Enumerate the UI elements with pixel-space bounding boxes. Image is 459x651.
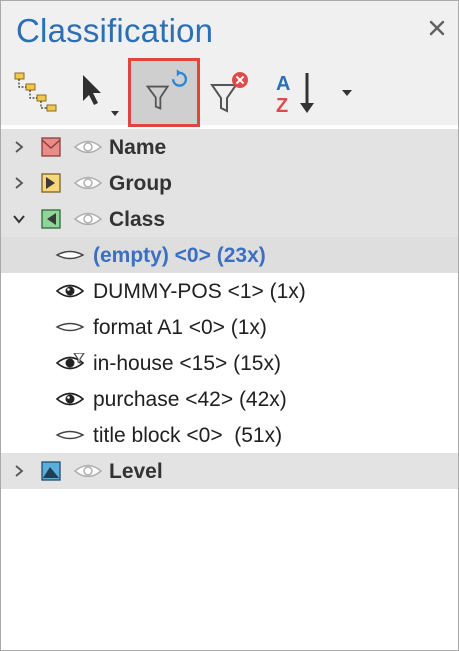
eye-open-icon[interactable]: [73, 461, 103, 481]
tree-item-title-block[interactable]: title block <0> (51x): [1, 417, 458, 453]
tree-category-name[interactable]: Name: [1, 129, 458, 165]
category-label: Name: [109, 136, 167, 159]
eye-open-icon[interactable]: [73, 137, 103, 157]
group-category-icon: [41, 173, 61, 193]
chevron-down-icon[interactable]: [11, 211, 27, 227]
chevron-right-icon[interactable]: [11, 139, 27, 155]
category-label: Class: [109, 208, 166, 231]
category-label: Level: [109, 460, 163, 483]
panel-title-bar: Classification: [1, 1, 458, 59]
tree-item-label: purchase <42> (42x): [93, 388, 287, 411]
filter-refresh-icon[interactable]: [128, 58, 200, 127]
tree-item-label: format A1 <0> (1x): [93, 316, 267, 339]
tree-item-in-house[interactable]: in-house <15> (15x): [1, 345, 458, 381]
tree-item-label: title block <0> (51x): [93, 424, 283, 447]
eye-open-icon[interactable]: [55, 389, 85, 409]
chevron-right-icon[interactable]: [11, 463, 27, 479]
tree-category-class[interactable]: Class: [1, 201, 458, 237]
eye-closed-icon[interactable]: [55, 426, 85, 446]
select-cursor-icon[interactable]: [71, 67, 123, 119]
tree-item-label: DUMMY-POS <1> (1x): [93, 280, 306, 303]
tree-item-label: (empty) <0> (23x): [93, 244, 266, 267]
tree-category-group[interactable]: Group: [1, 165, 458, 201]
tree-item-format-a1[interactable]: format A1 <0> (1x): [1, 309, 458, 345]
eye-open-icon[interactable]: [55, 281, 85, 301]
tree-category-level[interactable]: Level: [1, 453, 458, 489]
eye-filtered-icon[interactable]: [55, 353, 85, 373]
toolbar: A Z: [1, 58, 458, 127]
tree-item-empty[interactable]: (empty) <0> (23x): [1, 237, 458, 273]
name-category-icon: [41, 137, 61, 157]
close-icon[interactable]: [426, 17, 448, 39]
category-label: Group: [109, 172, 172, 195]
class-category-icon: [41, 209, 61, 229]
level-category-icon: [41, 461, 61, 481]
tree-item-dummy-pos[interactable]: DUMMY-POS <1> (1x): [1, 273, 458, 309]
eye-closed-icon[interactable]: [55, 246, 85, 266]
panel-title: Classification: [16, 12, 214, 49]
filter-clear-icon[interactable]: [204, 67, 256, 119]
classification-panel: Classification A Z Name Group Class (emp…: [0, 0, 459, 651]
tree-item-label: in-house <15> (15x): [93, 352, 281, 375]
dropdown-arrow-icon[interactable]: [339, 87, 355, 99]
eye-open-icon[interactable]: [73, 173, 103, 193]
eye-closed-icon[interactable]: [55, 318, 85, 338]
sort-az-icon[interactable]: A Z: [271, 67, 323, 119]
svg-text:A: A: [276, 73, 290, 95]
hierarchy-icon[interactable]: [9, 67, 61, 119]
tree-item-purchase[interactable]: purchase <42> (42x): [1, 381, 458, 417]
chevron-right-icon[interactable]: [11, 175, 27, 191]
svg-text:Z: Z: [276, 95, 288, 117]
eye-open-icon[interactable]: [73, 209, 103, 229]
